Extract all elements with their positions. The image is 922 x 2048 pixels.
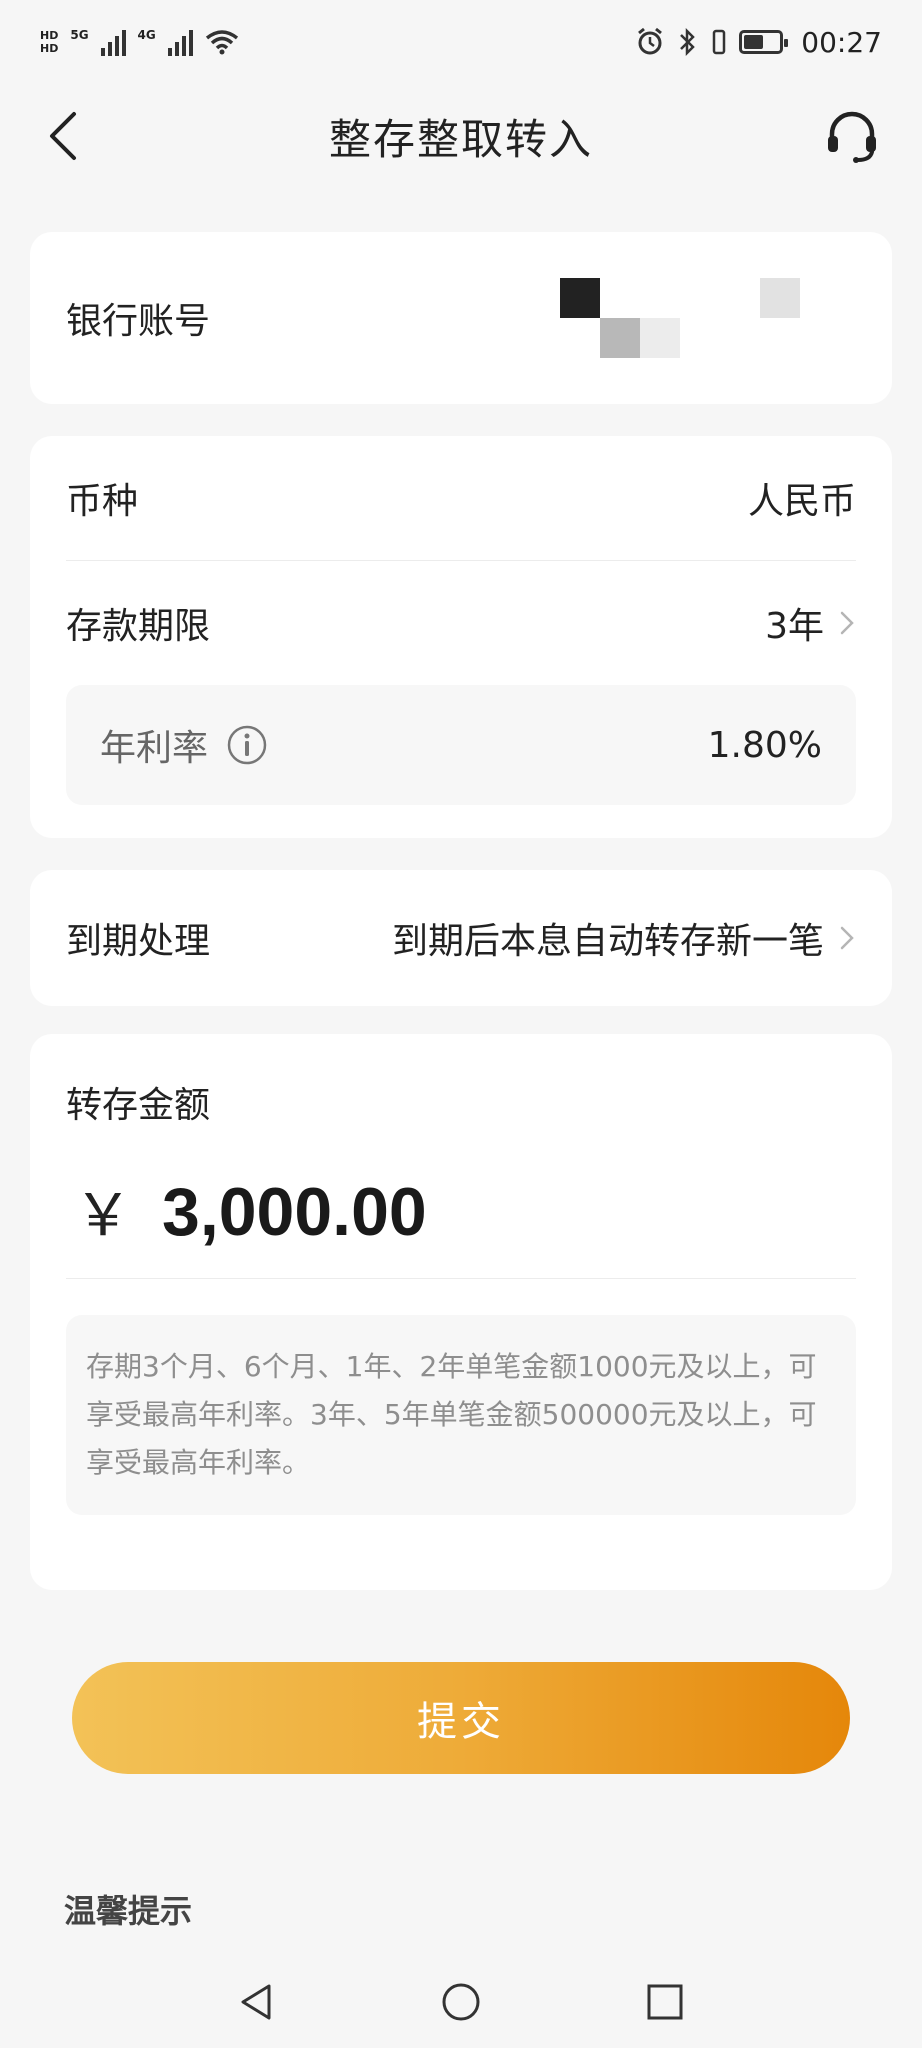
tips-title: 温馨提示 — [64, 1892, 193, 1930]
info-icon[interactable] — [226, 724, 268, 766]
account-mosaic-2 — [600, 318, 640, 358]
status-right: 00:27 — [635, 26, 882, 59]
account-label: 银行账号 — [66, 301, 211, 342]
maturity-card: 到期处理 到期后本息自动转存新一笔 — [30, 870, 892, 1006]
status-left: HD HD 5G 4G — [40, 28, 239, 56]
chevron-right-icon — [840, 926, 854, 950]
account-mosaic-4 — [760, 278, 800, 318]
page-title: 整存整取转入 — [328, 114, 593, 164]
nav-recents-icon[interactable] — [643, 1980, 687, 2024]
maturity-label: 到期处理 — [66, 921, 211, 962]
headset-icon[interactable] — [822, 106, 882, 166]
back-icon[interactable] — [40, 106, 90, 166]
amount-label: 转存金额 — [66, 1085, 211, 1126]
currency-value: 人民币 — [747, 481, 856, 522]
maturity-row[interactable]: 到期处理 到期后本息自动转存新一笔 — [30, 870, 892, 1006]
account-card: 银行账号 — [30, 232, 892, 404]
header: 整存整取转入 — [0, 84, 922, 188]
term-value: 3年 — [765, 606, 824, 647]
vibrate-icon — [713, 29, 726, 55]
signal-icon — [100, 28, 126, 56]
account-mosaic-3 — [640, 318, 680, 358]
network-1-label: 5G — [70, 28, 89, 42]
rate-label-group: 年利率 — [100, 719, 268, 771]
submit-button[interactable]: 提交 — [72, 1662, 850, 1774]
rate-box: 年利率 1.80% — [66, 685, 856, 805]
term-label: 存款期限 — [66, 606, 211, 647]
clock: 00:27 — [801, 25, 882, 59]
account-row: 银行账号 — [30, 232, 892, 404]
term-row[interactable]: 存款期限 3年 — [30, 561, 892, 685]
alarm-icon — [638, 27, 663, 55]
currency-label: 币种 — [66, 481, 139, 522]
amount-value: 3,000.00 — [162, 1174, 427, 1250]
bluetooth-icon — [680, 27, 696, 57]
maturity-value-group: 到期后本息自动转存新一笔 — [392, 912, 856, 964]
currency-symbol: ￥ — [74, 1181, 133, 1249]
rate-value: 1.80% — [707, 724, 822, 766]
deposit-card: 币种 人民币 存款期限 3年 年利率 1.80% — [30, 436, 892, 838]
nav-home-icon[interactable] — [439, 1980, 483, 2024]
amount-notice: 存期3个月、6个月、1年、2年单笔金额1000元及以上，可享受最高年利率。3年、… — [66, 1315, 856, 1515]
currency-row: 币种 人民币 — [30, 436, 892, 560]
hd-icon: HD HD — [40, 29, 59, 55]
amount-card: 转存金额 ￥ 3,000.00 存期3个月、6个月、1年、2年单笔金额1000元… — [30, 1034, 892, 1590]
wifi-icon — [205, 30, 238, 55]
battery-icon — [739, 30, 789, 54]
account-mosaic — [560, 278, 600, 318]
system-nav-bar — [0, 1956, 922, 2048]
maturity-value: 到期后本息自动转存新一笔 — [391, 921, 824, 962]
chevron-right-icon — [840, 611, 854, 635]
signal-icon-2 — [167, 28, 193, 56]
nav-back-icon[interactable] — [235, 1980, 279, 2024]
status-bar: HD HD 5G 4G 00:27 — [0, 0, 922, 84]
network-2-label: 4G — [137, 28, 156, 42]
amount-input[interactable]: ￥ 3,000.00 — [30, 1128, 892, 1278]
term-value-group: 3年 — [765, 597, 856, 649]
rate-label: 年利率 — [100, 728, 209, 769]
divider — [66, 1278, 856, 1279]
